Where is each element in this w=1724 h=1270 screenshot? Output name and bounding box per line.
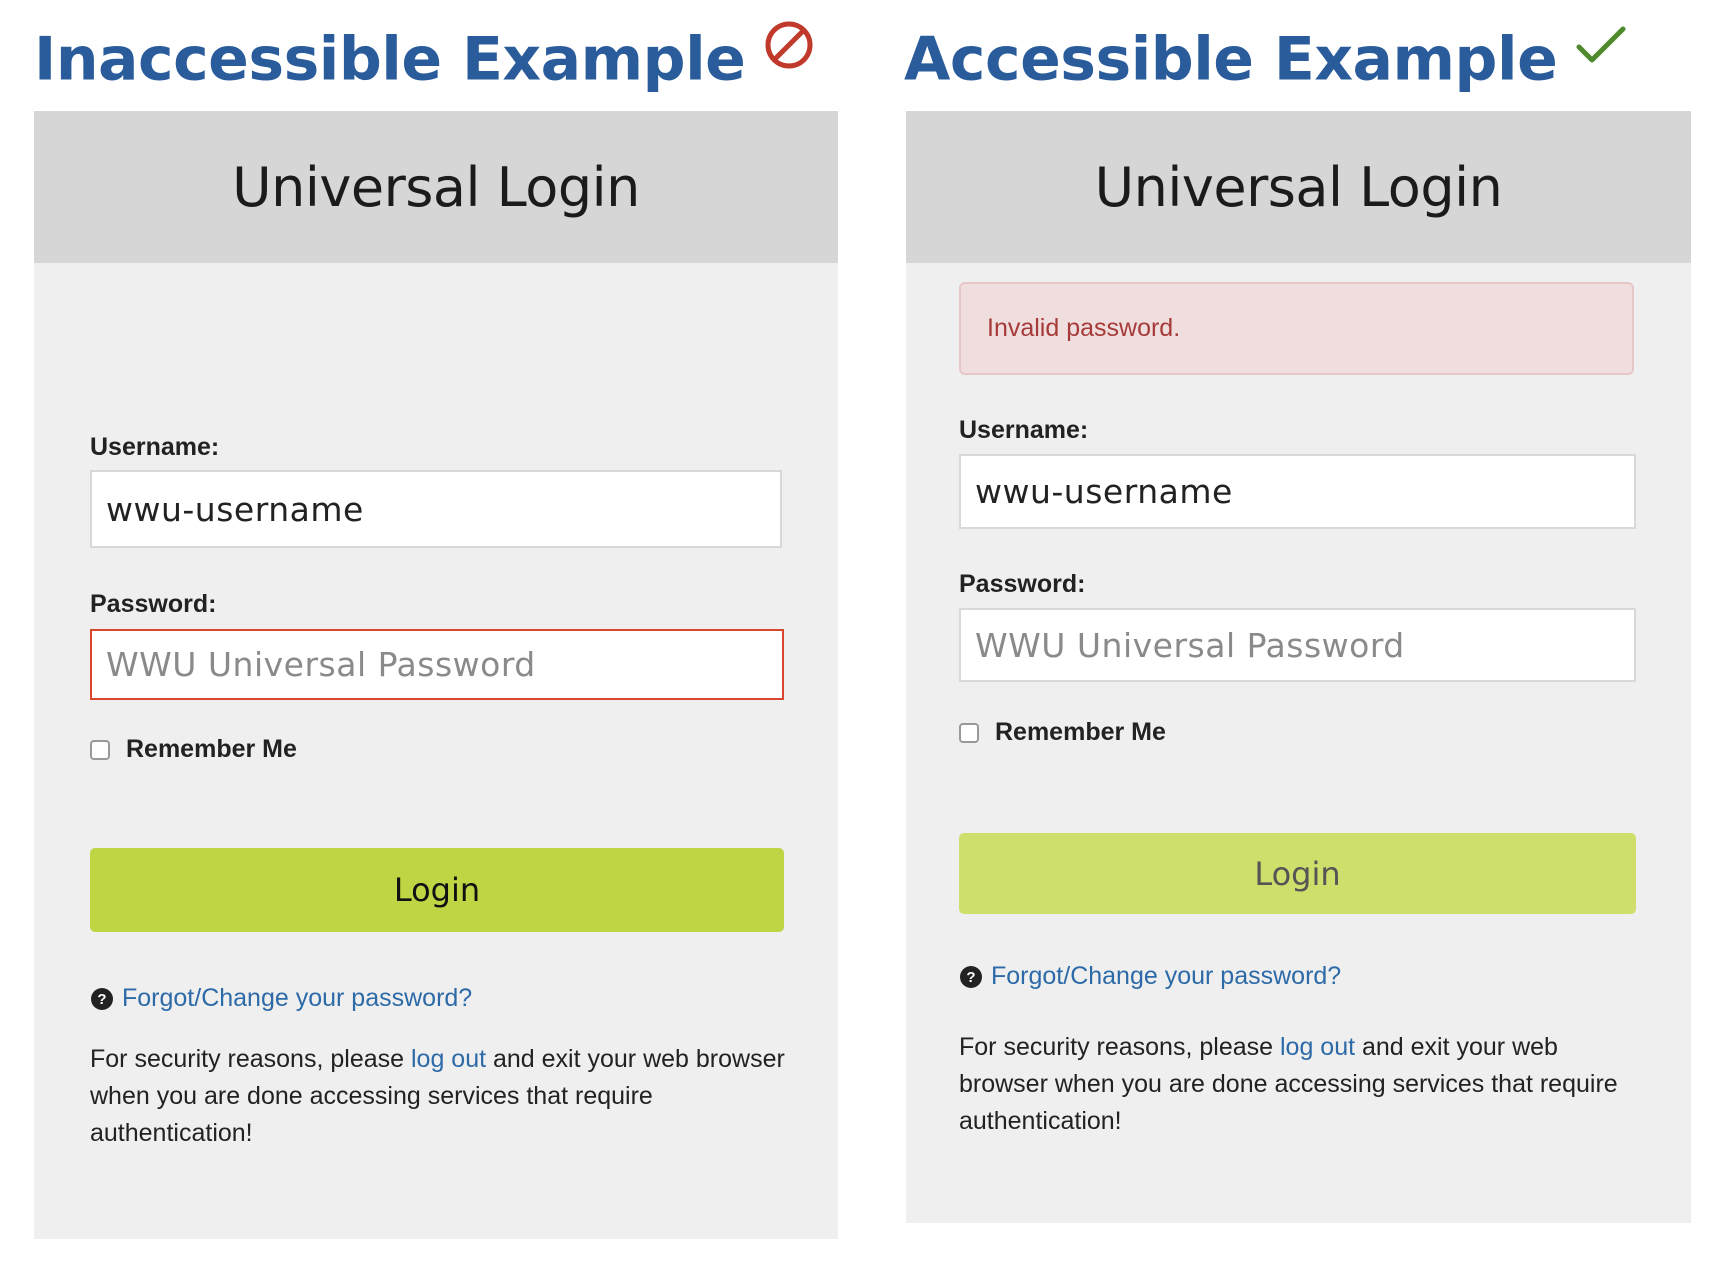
heading-text: Accessible Example xyxy=(904,24,1558,95)
forgot-password: ? Forgot/Change your password? xyxy=(959,962,1341,991)
security-text: For security reasons, please xyxy=(959,1033,1280,1061)
login-button[interactable]: Login xyxy=(90,848,784,932)
login-button[interactable]: Login xyxy=(959,833,1636,914)
forgot-password-link[interactable]: Forgot/Change your password? xyxy=(991,962,1341,991)
login-button-label: Login xyxy=(393,871,481,909)
login-title: Universal Login xyxy=(1094,155,1503,219)
heading-text: Inaccessible Example xyxy=(34,24,746,95)
remember-me-checkbox[interactable] xyxy=(90,739,110,760)
security-text: For security reasons, please xyxy=(90,1045,411,1073)
password-label: Password: xyxy=(959,570,1086,598)
password-input[interactable]: WWU Universal Password xyxy=(90,629,784,700)
username-input[interactable]: wwu-username xyxy=(90,470,782,548)
login-title: Universal Login xyxy=(232,155,640,219)
svg-text:?: ? xyxy=(966,969,975,986)
logout-link[interactable]: log out xyxy=(1280,1033,1355,1061)
username-label: Username: xyxy=(90,433,220,461)
password-label: Password: xyxy=(90,590,217,618)
svg-text:?: ? xyxy=(97,991,106,1008)
security-notice: For security reasons, please log out and… xyxy=(90,1041,790,1152)
remember-me[interactable]: Remember Me xyxy=(959,718,1166,747)
login-header: Universal Login xyxy=(906,111,1691,263)
error-alert: Invalid password. xyxy=(959,282,1634,375)
remember-me[interactable]: Remember Me xyxy=(90,735,297,764)
password-placeholder: WWU Universal Password xyxy=(975,625,1405,665)
security-notice: For security reasons, please log out and… xyxy=(959,1029,1639,1140)
inaccessible-login-panel: Universal Login Username: wwu-username P… xyxy=(34,111,838,1239)
login-button-label: Login xyxy=(1254,854,1341,893)
accessible-login-panel: Universal Login Invalid password. Userna… xyxy=(906,111,1691,1223)
username-value: wwu-username xyxy=(106,489,364,529)
remember-me-checkbox[interactable] xyxy=(959,722,979,743)
question-circle-icon: ? xyxy=(960,965,982,988)
password-input[interactable]: WWU Universal Password xyxy=(959,608,1636,682)
username-label: Username: xyxy=(959,416,1089,444)
username-input[interactable]: wwu-username xyxy=(959,454,1636,529)
forgot-password-link[interactable]: Forgot/Change your password? xyxy=(122,984,472,1013)
remember-me-label: Remember Me xyxy=(126,735,297,763)
password-placeholder: WWU Universal Password xyxy=(106,645,536,684)
remember-me-label: Remember Me xyxy=(995,718,1166,746)
forgot-password: ? Forgot/Change your password? xyxy=(90,984,472,1013)
prohibited-icon xyxy=(765,21,813,69)
logout-link[interactable]: log out xyxy=(411,1045,486,1073)
login-header: Universal Login xyxy=(34,111,838,263)
question-circle-icon: ? xyxy=(91,987,113,1010)
accessible-example-heading: Accessible Example xyxy=(904,14,1627,101)
checkmark-icon xyxy=(1576,26,1626,63)
inaccessible-example-heading: Inaccessible Example xyxy=(34,14,815,101)
username-value: wwu-username xyxy=(975,472,1233,511)
